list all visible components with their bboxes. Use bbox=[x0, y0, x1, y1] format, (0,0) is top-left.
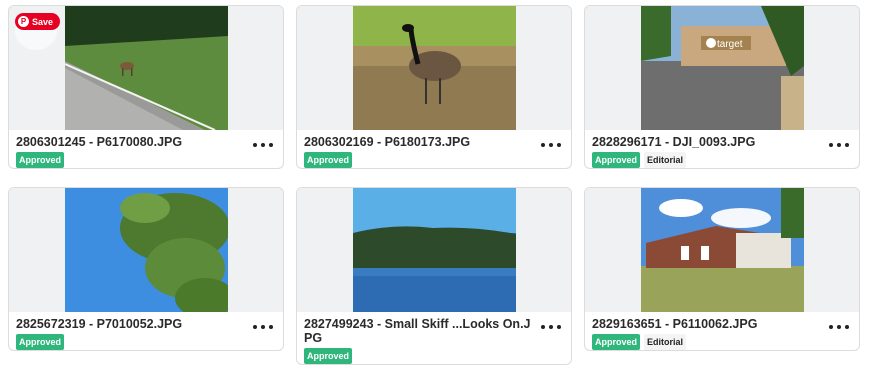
approved-badge: Approved bbox=[304, 152, 353, 168]
image-thumbnail[interactable] bbox=[297, 6, 571, 130]
editorial-badge: Editorial bbox=[644, 334, 687, 350]
lake-photo bbox=[353, 188, 516, 312]
image-card[interactable]: 2825672319 - P7010052.JPG Approved bbox=[8, 187, 284, 351]
more-options-icon[interactable] bbox=[541, 320, 561, 334]
editorial-badge: Editorial bbox=[644, 152, 687, 168]
file-name: 2829163651 - P6110062.JPG bbox=[592, 317, 758, 331]
approved-badge: Approved bbox=[304, 348, 353, 364]
approved-badge: Approved bbox=[592, 152, 641, 168]
save-label: Save bbox=[32, 16, 54, 27]
image-thumbnail[interactable]: target bbox=[585, 6, 859, 130]
more-options-icon[interactable] bbox=[253, 138, 273, 152]
image-card[interactable]: target 2828296171 - DJI_0093.JPG Approve… bbox=[584, 5, 860, 169]
image-thumbnail[interactable] bbox=[9, 188, 283, 312]
goose-photo bbox=[353, 6, 516, 130]
approved-badge: Approved bbox=[592, 334, 641, 350]
pinterest-icon: P bbox=[18, 16, 29, 27]
image-card[interactable]: 2829163651 - P6110062.JPG Approved Edito… bbox=[584, 187, 860, 351]
image-thumbnail[interactable] bbox=[585, 188, 859, 312]
more-options-icon[interactable] bbox=[253, 320, 273, 334]
more-options-icon[interactable] bbox=[829, 138, 849, 152]
brick-building-photo bbox=[641, 188, 804, 312]
more-options-icon[interactable] bbox=[541, 138, 561, 152]
file-name: 2828296171 - DJI_0093.JPG bbox=[592, 135, 756, 149]
pinterest-save-button[interactable]: P Save bbox=[15, 13, 61, 30]
image-card[interactable]: 2806302169 - P6180173.JPG Approved bbox=[296, 5, 572, 169]
file-name: 2806301245 - P6170080.JPG bbox=[16, 135, 183, 149]
approved-badge: Approved bbox=[16, 334, 65, 350]
deer-roadside-photo bbox=[65, 6, 228, 130]
image-card[interactable]: 2827499243 - Small Skiff ...Looks On.JPG… bbox=[296, 187, 572, 365]
target-store-photo: target bbox=[641, 6, 804, 130]
image-thumbnail[interactable] bbox=[297, 188, 571, 312]
more-options-icon[interactable] bbox=[829, 320, 849, 334]
target-sign: target bbox=[717, 39, 743, 50]
approved-badge: Approved bbox=[16, 152, 65, 168]
image-card[interactable]: P Save 2806301245 - P6170080.JPG Approve… bbox=[8, 5, 284, 169]
file-name: 2806302169 - P6180173.JPG bbox=[304, 135, 471, 149]
file-name: 2825672319 - P7010052.JPG bbox=[16, 317, 183, 331]
tree-leaves-photo bbox=[65, 188, 228, 312]
file-name: 2827499243 - Small Skiff ...Looks On.JPG bbox=[304, 317, 531, 345]
